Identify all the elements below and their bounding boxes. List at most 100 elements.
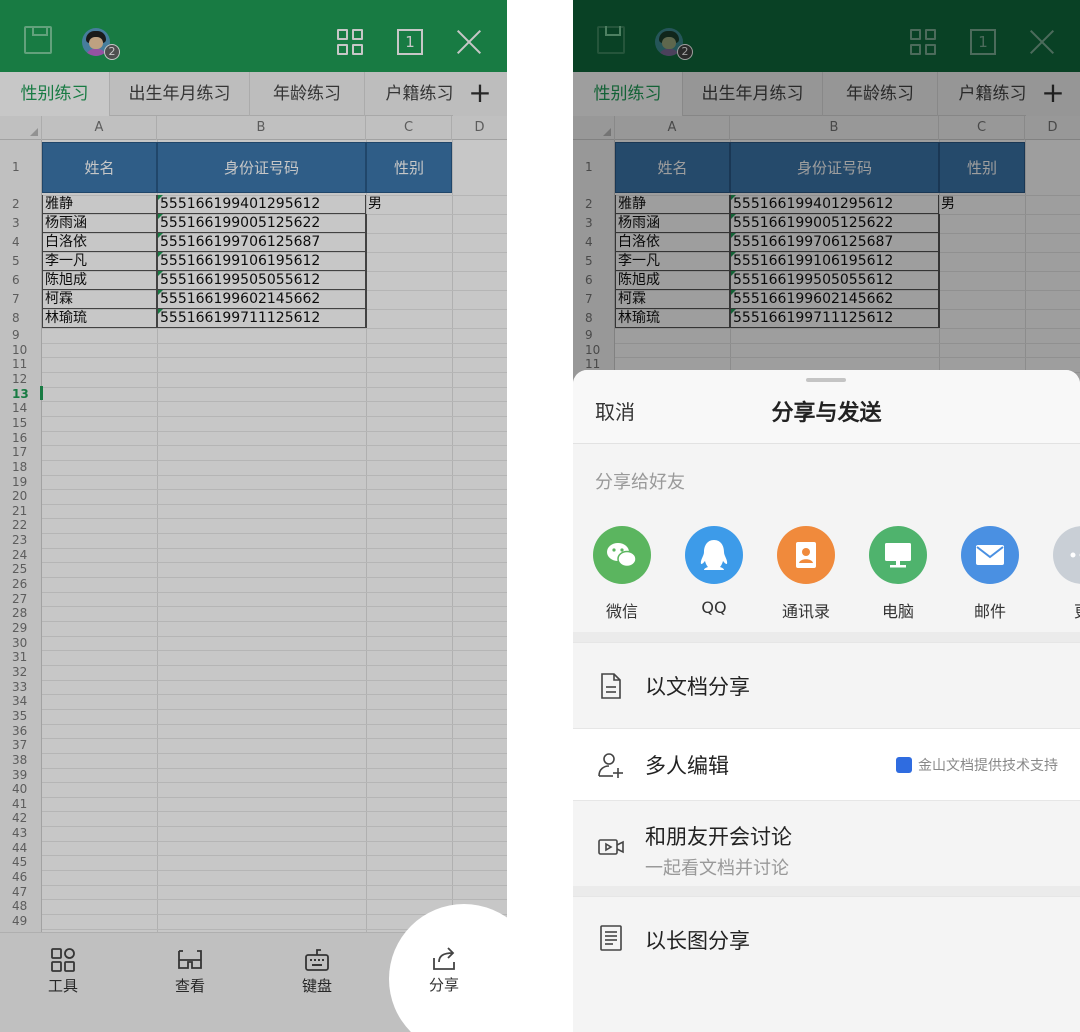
row-number[interactable]: 1 — [0, 140, 42, 195]
column-header[interactable]: D — [452, 116, 507, 140]
row-number[interactable]: 42 — [0, 811, 42, 826]
row-number[interactable]: 25 — [0, 562, 42, 577]
row-number[interactable]: 43 — [0, 826, 42, 841]
row-number[interactable]: 11 — [0, 357, 42, 372]
table-cell[interactable]: 555166199005125622 — [157, 214, 366, 233]
row-number[interactable]: 37 — [0, 738, 42, 753]
save-icon[interactable] — [24, 26, 52, 54]
row-number[interactable]: 29 — [0, 621, 42, 636]
row-number[interactable]: 47 — [0, 885, 42, 900]
row-number[interactable]: 34 — [0, 694, 42, 709]
row-number[interactable]: 20 — [0, 489, 42, 504]
select-all-corner[interactable] — [0, 116, 42, 140]
row-number[interactable]: 27 — [0, 592, 42, 607]
row-number[interactable]: 31 — [0, 650, 42, 665]
meeting-discuss-option[interactable]: 和朋友开会讨论 一起看文档并讨论 — [573, 800, 1080, 886]
table-cell[interactable]: 林瑜琉 — [42, 309, 157, 328]
tools-button[interactable]: 工具 — [33, 947, 93, 996]
share-more-button[interactable]: 更 — [1047, 526, 1080, 622]
table-cell[interactable]: 男 — [366, 195, 452, 214]
row-number[interactable]: 10 — [0, 343, 42, 358]
row-number[interactable]: 26 — [0, 577, 42, 592]
row-number[interactable]: 28 — [0, 606, 42, 621]
row-number[interactable]: 14 — [0, 401, 42, 416]
row-number[interactable]: 19 — [0, 475, 42, 490]
table-cell[interactable]: 555166199505055612 — [157, 271, 366, 290]
table-cell[interactable] — [366, 271, 452, 290]
row-number[interactable]: 46 — [0, 870, 42, 885]
share-mail-button[interactable]: 邮件 — [955, 526, 1025, 622]
long-image-option[interactable]: 以长图分享 — [573, 896, 1080, 982]
tab-age[interactable]: 年龄练习 — [250, 72, 365, 116]
row-number[interactable]: 17 — [0, 445, 42, 460]
row-number[interactable]: 7 — [0, 290, 42, 309]
row-number[interactable]: 24 — [0, 548, 42, 563]
table-cell[interactable] — [366, 214, 452, 233]
row-number[interactable]: 2 — [0, 195, 42, 214]
row-number[interactable]: 22 — [0, 518, 42, 533]
table-cell[interactable]: 雅静 — [42, 195, 157, 214]
row-number[interactable]: 32 — [0, 665, 42, 680]
page-count-icon[interactable]: 1 — [397, 29, 423, 55]
header-cell-name[interactable]: 姓名 — [42, 142, 157, 193]
share-contacts-button[interactable]: 通讯录 — [771, 526, 841, 622]
table-cell[interactable]: 555166199106195612 — [157, 252, 366, 271]
share-wechat-button[interactable]: 微信 — [587, 526, 657, 622]
grid-view-icon[interactable] — [337, 29, 363, 55]
table-cell[interactable]: 白洛依 — [42, 233, 157, 252]
row-number[interactable]: 9 — [0, 328, 42, 343]
row-number[interactable]: 35 — [0, 709, 42, 724]
row-number[interactable]: 5 — [0, 252, 42, 271]
add-sheet-button[interactable]: + — [453, 72, 507, 116]
share-as-document-option[interactable]: 以文档分享 — [573, 642, 1080, 728]
row-number[interactable]: 4 — [0, 233, 42, 252]
row-number[interactable]: 30 — [0, 636, 42, 651]
row-number[interactable]: 44 — [0, 841, 42, 856]
row-number[interactable]: 16 — [0, 431, 42, 446]
keyboard-button[interactable]: 键盘 — [287, 947, 347, 996]
tab-birth[interactable]: 出生年月练习 — [110, 72, 250, 116]
table-cell[interactable]: 杨雨涵 — [42, 214, 157, 233]
row-number[interactable]: 36 — [0, 724, 42, 739]
row-number[interactable]: 41 — [0, 797, 42, 812]
row-number[interactable]: 40 — [0, 782, 42, 797]
tab-gender[interactable]: 性别练习 — [0, 72, 110, 116]
table-cell[interactable]: 555166199711125612 — [157, 309, 366, 328]
header-cell-gender[interactable]: 性别 — [366, 142, 452, 193]
row-number[interactable]: 18 — [0, 460, 42, 475]
table-cell[interactable] — [366, 233, 452, 252]
row-number[interactable]: 13 — [0, 387, 42, 402]
header-cell-id[interactable]: 身份证号码 — [157, 142, 366, 193]
row-number[interactable]: 49 — [0, 914, 42, 929]
column-header[interactable]: C — [366, 116, 452, 140]
row-number[interactable]: 3 — [0, 214, 42, 233]
table-cell[interactable]: 陈旭成 — [42, 271, 157, 290]
table-cell[interactable] — [366, 309, 452, 328]
row-number[interactable]: 33 — [0, 680, 42, 695]
sheet-grid[interactable]: 姓名 身份证号码 性别 雅静 555166199401295612 男杨雨涵 5551… — [42, 140, 507, 940]
row-number[interactable]: 21 — [0, 504, 42, 519]
table-cell[interactable]: 555166199401295612 — [157, 195, 366, 214]
table-cell[interactable]: 555166199706125687 — [157, 233, 366, 252]
multi-edit-option[interactable]: 多人编辑 金山文档提供技术支持 — [573, 728, 1080, 800]
row-number[interactable]: 38 — [0, 753, 42, 768]
table-cell[interactable] — [366, 290, 452, 309]
table-cell[interactable]: 555166199602145662 — [157, 290, 366, 309]
row-number[interactable]: 12 — [0, 372, 42, 387]
drag-handle[interactable] — [806, 378, 846, 382]
column-header[interactable]: B — [157, 116, 366, 140]
cancel-button[interactable]: 取消 — [595, 396, 635, 425]
row-number[interactable]: 48 — [0, 899, 42, 914]
view-button[interactable]: 查看 — [160, 947, 220, 996]
column-header[interactable]: A — [42, 116, 157, 140]
table-cell[interactable]: 李一凡 — [42, 252, 157, 271]
share-button[interactable]: 分享 — [414, 946, 474, 995]
row-number[interactable]: 15 — [0, 416, 42, 431]
share-qq-button[interactable]: QQ — [679, 526, 749, 617]
table-cell[interactable] — [366, 252, 452, 271]
row-number[interactable]: 39 — [0, 768, 42, 783]
table-cell[interactable]: 柯霖 — [42, 290, 157, 309]
row-number[interactable]: 6 — [0, 271, 42, 290]
row-number[interactable]: 8 — [0, 309, 42, 328]
row-number[interactable]: 45 — [0, 855, 42, 870]
